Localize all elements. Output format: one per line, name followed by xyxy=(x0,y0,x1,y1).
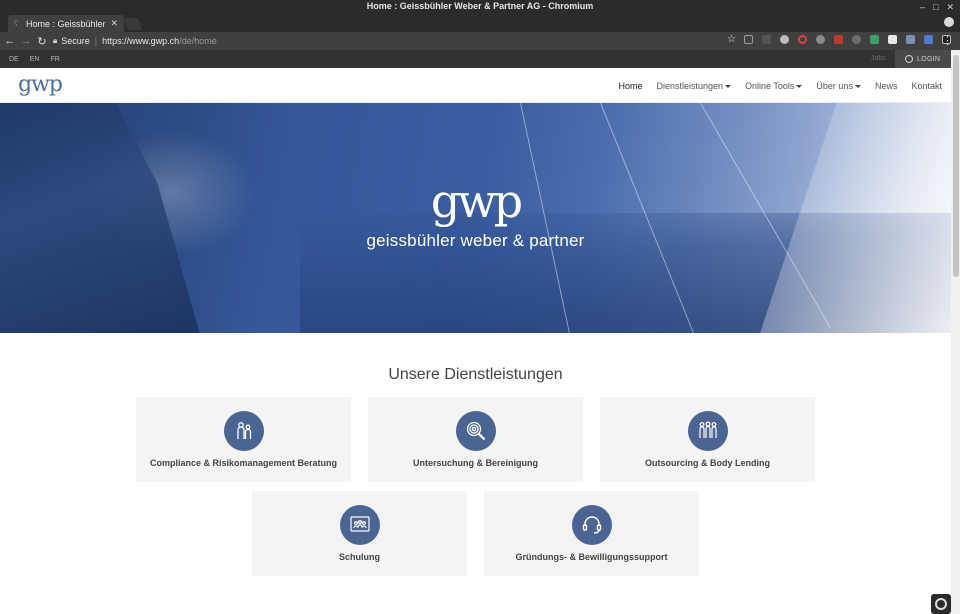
service-icon-circle xyxy=(571,505,612,545)
scrollbar-thumb[interactable] xyxy=(953,55,959,277)
lock-icon: 🔒︎ xyxy=(53,36,58,45)
nav-menu: Home Dienstleistungen Online Tools Über … xyxy=(618,68,942,103)
hero-banner: gwp geissbühler weber & partner xyxy=(0,103,951,333)
window-controls: – □ ✕ xyxy=(920,0,954,14)
magnifier-icon xyxy=(466,421,485,441)
service-card-compliance[interactable]: Compliance & Risikomanagement Beratung xyxy=(136,397,351,482)
jobs-link[interactable]: Jobs xyxy=(871,50,886,68)
group-icon xyxy=(698,421,717,438)
nav-item-home[interactable]: Home xyxy=(618,81,642,91)
browser-menu-icon[interactable]: ⋮ xyxy=(942,34,953,47)
service-icon-circle xyxy=(455,411,496,451)
hero-tagline: geissbühler weber & partner xyxy=(366,231,585,250)
services-title: Unsere Dienstleistungen xyxy=(388,366,563,383)
page-scrollbar[interactable] xyxy=(951,50,960,614)
nav-item-label: Home xyxy=(618,80,643,91)
headset-icon xyxy=(582,516,601,534)
services-section: Unsere Dienstleistungen Compliance & Ris… xyxy=(0,333,951,614)
service-card-gruendung[interactable]: Gründungs- & Bewilligungssupport xyxy=(484,491,699,576)
service-icon-circle xyxy=(687,411,728,451)
service-card-label: Schulung xyxy=(339,552,380,562)
nav-item-label: Dienstleistungen xyxy=(656,80,724,91)
language-switcher: DE EN FR xyxy=(9,50,60,68)
extension-icon[interactable] xyxy=(762,35,771,44)
hero-logo: gwp xyxy=(430,174,523,228)
lang-fr[interactable]: FR xyxy=(50,56,59,63)
lang-de[interactable]: DE xyxy=(9,56,19,63)
close-window-icon[interactable]: ✕ xyxy=(946,2,954,13)
nav-item-label: Über uns xyxy=(816,80,853,91)
chat-widget-button[interactable] xyxy=(931,594,951,614)
nav-item-news[interactable]: News xyxy=(875,81,898,91)
web-page: DE EN FR Jobs LOGIN gwp Home Dienstleist… xyxy=(0,50,951,614)
nav-item-ueber-uns[interactable]: Über uns xyxy=(816,81,861,91)
url-path: /de/home xyxy=(179,36,217,46)
window-titlebar: Home : Geissbühler Weber & Partner AG - … xyxy=(0,0,960,14)
extension-icons xyxy=(744,35,951,44)
service-icon-circle xyxy=(339,505,380,545)
login-button[interactable]: LOGIN xyxy=(895,50,951,68)
bookmark-star-icon[interactable]: ☆ xyxy=(727,34,736,45)
url-host: https://www.gwp.ch xyxy=(102,36,180,46)
address-bar[interactable]: 🔒︎ Secure | https://www.gwp.ch /de/home … xyxy=(53,34,738,48)
site-logo[interactable]: gwp xyxy=(18,72,63,97)
extension-icon[interactable] xyxy=(924,35,933,44)
secure-label: Secure xyxy=(61,36,90,46)
service-card-label: Gründungs- & Bewilligungssupport xyxy=(515,552,668,562)
nav-item-label: Kontakt xyxy=(911,80,942,91)
favicon-icon: ʕ xyxy=(14,18,18,28)
extension-icon[interactable] xyxy=(852,35,861,44)
people-icon xyxy=(236,422,251,439)
extension-icon[interactable] xyxy=(834,35,843,44)
presentation-icon xyxy=(349,516,370,532)
extension-icon[interactable] xyxy=(780,35,789,44)
caret-down-icon xyxy=(725,84,732,88)
login-label: LOGIN xyxy=(917,55,941,63)
extension-icon[interactable] xyxy=(906,35,915,44)
main-navigation: gwp Home Dienstleistungen Online Tools Ü… xyxy=(0,68,951,103)
widget-icon xyxy=(935,598,947,610)
browser-toolbar: ← → ↻ 🔒︎ Secure | https://www.gwp.ch /de… xyxy=(0,32,960,50)
window-title: Home : Geissbühler Weber & Partner AG - … xyxy=(366,1,594,11)
site-topbar: DE EN FR Jobs LOGIN xyxy=(0,50,951,68)
nav-item-online-tools[interactable]: Online Tools xyxy=(745,80,803,91)
service-card-untersuchung[interactable]: Untersuchung & Bereinigung xyxy=(368,397,583,482)
lang-en[interactable]: EN xyxy=(30,56,40,63)
nav-item-kontakt[interactable]: Kontakt xyxy=(911,81,942,91)
service-card-label: Outsourcing & Body Lending xyxy=(645,458,770,468)
nav-item-dienstleistungen[interactable]: Dienstleistungen xyxy=(657,81,732,91)
tab-strip: ʕ Home : Geissbühler ✕ xyxy=(0,14,960,32)
browser-tab[interactable]: ʕ Home : Geissbühler ✕ xyxy=(8,15,124,32)
extension-icon[interactable] xyxy=(798,35,807,44)
maximize-icon[interactable]: □ xyxy=(933,2,938,12)
extension-icon[interactable] xyxy=(744,35,753,44)
forward-icon[interactable]: → xyxy=(18,35,34,47)
nav-item-label: News xyxy=(874,80,898,91)
service-card-label: Compliance & Risikomanagement Beratung xyxy=(149,458,338,468)
reload-icon[interactable]: ↻ xyxy=(34,35,50,48)
tab-close-icon[interactable]: ✕ xyxy=(110,18,118,29)
minimize-icon[interactable]: – xyxy=(920,2,925,12)
service-card-label: Untersuchung & Bereinigung xyxy=(412,458,538,468)
nav-item-label: Online Tools xyxy=(745,80,795,91)
profile-icon[interactable] xyxy=(944,17,954,27)
url-separator: | xyxy=(94,36,98,46)
new-tab-button[interactable] xyxy=(123,18,143,30)
extension-icon[interactable] xyxy=(888,35,897,44)
user-icon xyxy=(905,55,913,63)
tab-title: Home : Geissbühler xyxy=(26,18,106,29)
caret-down-icon xyxy=(854,84,861,88)
service-icon-circle xyxy=(223,411,264,451)
caret-down-icon xyxy=(796,84,803,88)
back-icon[interactable]: ← xyxy=(2,35,18,47)
service-card-schulung[interactable]: Schulung xyxy=(252,491,467,576)
extension-icon[interactable] xyxy=(870,35,879,44)
service-card-outsourcing[interactable]: Outsourcing & Body Lending xyxy=(600,397,815,482)
extension-icon[interactable] xyxy=(816,35,825,44)
